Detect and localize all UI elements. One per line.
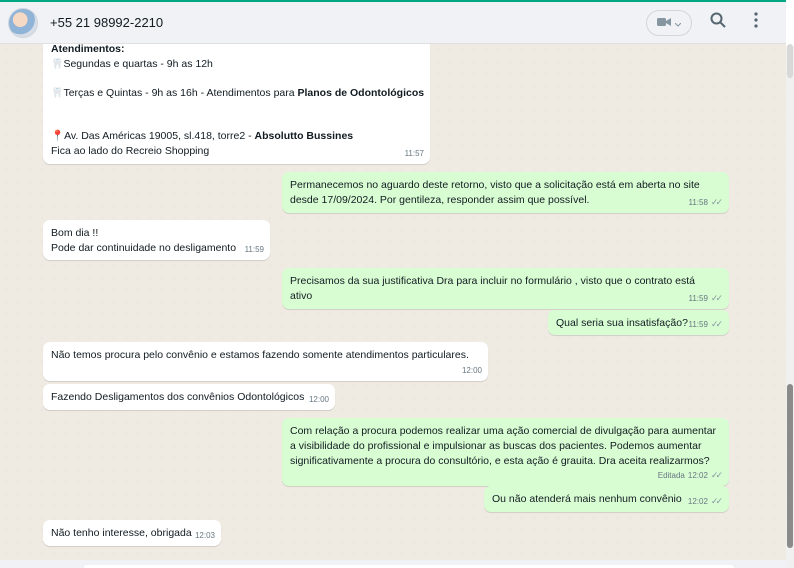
message-meta: 11:59 [245, 242, 264, 257]
message-text: Com relação a procura podemos realizar u… [290, 425, 717, 437]
message-time: 11:59 [688, 320, 708, 329]
scrollbar-top [786, 0, 794, 46]
message-text: Precisamos da sua justificativa Dra para… [290, 275, 696, 287]
message-meta: 11:59 ✓✓ [688, 317, 723, 332]
message-text: Não temos procura pelo convênio e estamo… [51, 349, 469, 361]
message-text: 📍Av. Das Américas 19005, sl.418, torre2 … [51, 130, 354, 142]
avatar[interactable] [8, 7, 38, 38]
message-meta: 12:03 [195, 528, 215, 543]
message-text: a visibilidade do profissional e impulsi… [290, 440, 702, 452]
message-outgoing[interactable]: Ou não atenderá mais nenhum convênio 12:… [484, 486, 729, 512]
menu-icon [754, 12, 758, 33]
message-text: Bom dia !! [51, 227, 99, 239]
message-meta: 11:57 [405, 146, 424, 161]
message-meta: 12:00 [309, 392, 329, 407]
message-outgoing[interactable]: Precisamos da sua justificativa Dra para… [282, 268, 729, 309]
message-text: Fazendo Desligamentos dos convênios Odon… [51, 391, 305, 403]
message-meta: Editada 12:02 ✓✓ [658, 468, 723, 483]
message-text: Permanecemos no aguardo deste retorno, v… [290, 179, 700, 191]
message-incoming[interactable]: Fazendo Desligamentos dos convênios Odon… [43, 384, 335, 410]
message-incoming[interactable]: Não temos procura pelo convênio e estamo… [43, 342, 488, 381]
message-outgoing[interactable]: Permanecemos no aguardo deste retorno, v… [282, 172, 729, 213]
scrollbar-thumb[interactable] [787, 384, 793, 548]
message-text: Fica ao lado do Recreio Shopping [51, 145, 210, 157]
composer-bar [0, 560, 786, 568]
menu-button[interactable] [744, 11, 768, 35]
message-time: 12:00 [461, 366, 482, 375]
read-ticks-icon: ✓✓ [710, 319, 723, 329]
pin-icon: 📍 [51, 130, 65, 142]
message-text: 🦷Terças e Quintas - 9h as 16h - Atendime… [51, 87, 425, 99]
scrollbar[interactable] [786, 0, 794, 568]
message-text: 🦷Segundas e quartas - 9h as 12h [51, 58, 213, 70]
read-ticks-icon: ✓✓ [710, 496, 723, 506]
message-outgoing[interactable]: Qual seria sua insatisfação? 11:59 ✓✓ [548, 310, 729, 335]
read-ticks-icon: ✓✓ [710, 470, 723, 480]
message-text: ativo [290, 290, 313, 302]
message-time: 12:02 [687, 497, 708, 506]
edited-label: Editada [657, 471, 685, 480]
tooth-icon: 🦷 [51, 88, 64, 99]
video-call-icon [657, 14, 671, 32]
message-meta: 12:00 [462, 363, 482, 378]
message-text: Ou não atenderá mais nenhum convênio [492, 493, 682, 505]
message-time: 12:02 [687, 471, 708, 480]
search-button[interactable] [706, 11, 730, 35]
message-time: 11:57 [404, 149, 424, 158]
chat-header: +55 21 98992-2210 [0, 2, 786, 44]
message-meta: 12:02 ✓✓ [688, 494, 723, 509]
scrollbar-upper-track [787, 44, 793, 78]
message-text: significativamente a procura do consultó… [290, 455, 710, 467]
header-actions [646, 9, 768, 36]
chat-area[interactable]: Atendimentos: 🦷Segundas e quartas - 9h a… [0, 44, 786, 560]
message-outgoing[interactable]: Com relação a procura podemos realizar u… [282, 418, 729, 486]
message-time: 11:58 [688, 198, 708, 207]
message-time: 12:03 [194, 531, 215, 540]
message-meta: 11:58 ✓✓ [688, 195, 723, 210]
message-time: 12:00 [308, 395, 329, 404]
read-ticks-icon: ✓✓ [710, 197, 723, 207]
message-meta: 11:59 ✓✓ [688, 291, 723, 306]
video-call-button[interactable] [646, 9, 692, 36]
message-incoming[interactable]: Atendimentos: 🦷Segundas e quartas - 9h a… [43, 44, 430, 164]
read-ticks-icon: ✓✓ [710, 293, 723, 303]
message-incoming[interactable]: Não tenho interesse, obrigada 12:03 [43, 520, 221, 546]
tooth-icon: 🦷 [51, 59, 64, 70]
message-time: 11:59 [244, 245, 264, 254]
contact-name[interactable]: +55 21 98992-2210 [50, 15, 163, 30]
message-text: Pode dar continuidade no desligamento [51, 242, 237, 254]
message-text: Atendimentos: [51, 44, 125, 55]
message-text: desde 17/09/2024. Por gentileza, respond… [290, 194, 590, 206]
message-incoming[interactable]: Bom dia !! Pode dar continuidade no desl… [43, 220, 270, 260]
chevron-down-icon [674, 14, 682, 32]
message-time: 11:59 [688, 294, 708, 303]
message-text: Não tenho interesse, obrigada [51, 527, 192, 539]
search-icon [710, 12, 726, 33]
